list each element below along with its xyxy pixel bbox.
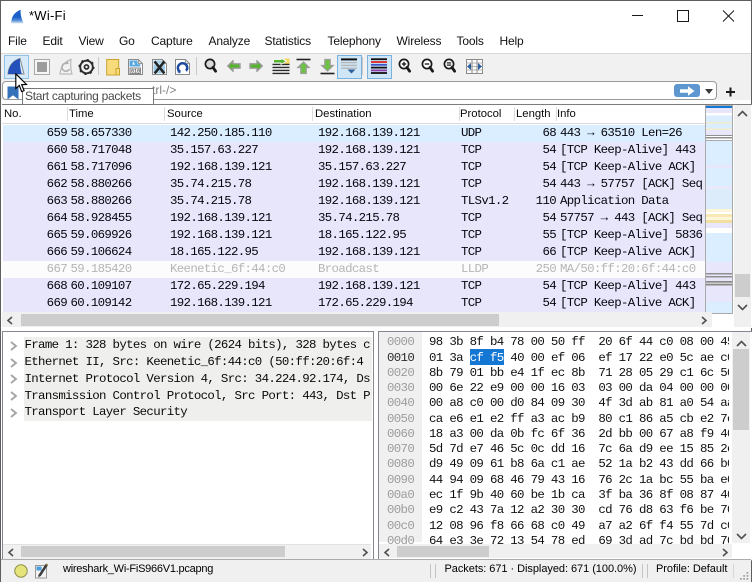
svg-text:010: 010 xyxy=(131,68,140,74)
